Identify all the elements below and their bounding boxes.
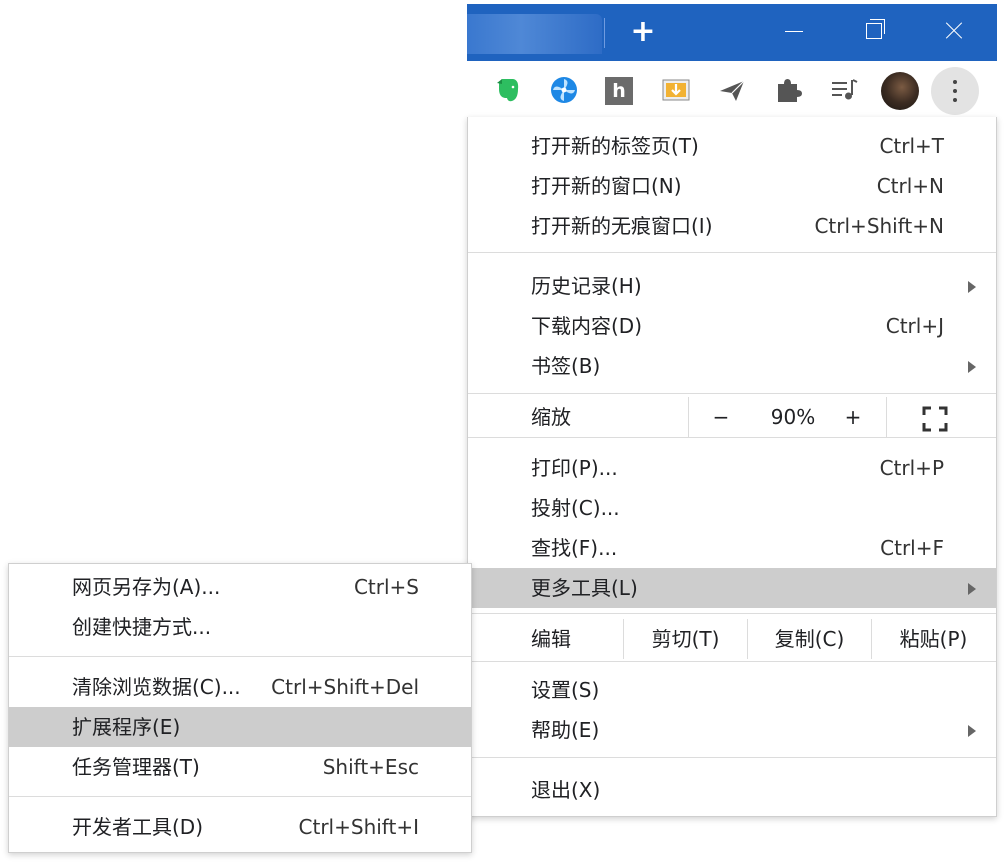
submenu-item-dev-tools[interactable]: 开发者工具(D) Ctrl+Shift+I [9,807,471,847]
menu-item-label: 下载内容(D) [531,314,643,338]
menu-icon[interactable] [931,67,979,115]
menu-item-label: 开发者工具(D) [72,815,204,839]
submenu-arrow-icon [968,361,976,373]
zoom-out-button[interactable]: − [704,397,738,437]
menu-item-label: 清除浏览数据(C)... [72,675,241,699]
menu-item-settings[interactable]: 设置(S) [468,670,996,710]
menu-item-label: 历史记录(H) [531,274,642,298]
edit-label: 编辑 [531,627,571,651]
zoom-divider [688,397,689,437]
restore-button[interactable] [853,14,893,48]
menu-separator [468,437,996,438]
menu-item-label: 网页另存为(A)... [72,575,221,599]
zoom-level: 90% [770,405,816,429]
h-extension-icon[interactable]: h [605,77,633,105]
zoom-divider [886,397,887,437]
media-control-icon[interactable] [829,75,859,105]
menu-separator [468,661,996,662]
extensions-toolbar: h [467,61,997,117]
edit-divider [747,619,748,659]
menu-item-new-tab[interactable]: 打开新的标签页(T) Ctrl+T [468,126,996,166]
menu-item-shortcut: Shift+Esc [322,755,419,779]
menu-item-cast[interactable]: 投射(C)... [468,488,996,528]
menu-separator [468,252,996,253]
fan-icon[interactable] [549,75,579,105]
menu-item-shortcut: Ctrl+F [880,536,944,560]
send-icon[interactable] [717,75,747,105]
profile-avatar[interactable] [881,72,919,110]
new-tab-button[interactable]: + [627,16,659,48]
browser-tab[interactable] [467,14,602,54]
menu-item-shortcut: Ctrl+Shift+N [814,214,944,238]
more-tools-submenu: 网页另存为(A)... Ctrl+S 创建快捷方式... 清除浏览数据(C)..… [8,563,472,853]
menu-item-shortcut: Ctrl+Shift+Del [271,675,419,699]
menu-item-label: 设置(S) [531,678,600,702]
tab-divider [604,18,605,48]
submenu-item-extensions[interactable]: 扩展程序(E) [9,707,471,747]
menu-item-label: 查找(F)... [531,536,618,560]
menu-item-shortcut: Ctrl+P [879,456,944,480]
menu-item-bookmarks[interactable]: 书签(B) [468,346,996,386]
menu-item-label: 更多工具(L) [531,576,638,600]
menu-item-shortcut: Ctrl+Shift+I [298,815,419,839]
submenu-arrow-icon [968,583,976,595]
menu-item-label: 打开新的标签页(T) [531,134,699,158]
menu-item-label: 书签(B) [531,354,601,378]
menu-item-label: 任务管理器(T) [72,755,200,779]
submenu-item-task-manager[interactable]: 任务管理器(T) Shift+Esc [9,747,471,787]
menu-item-label: 打印(P)... [531,456,618,480]
menu-item-label: 扩展程序(E) [72,715,181,739]
menu-separator [468,393,996,394]
menu-item-label: 退出(X) [531,778,601,802]
menu-item-downloads[interactable]: 下载内容(D) Ctrl+J [468,306,996,346]
menu-separator [468,613,996,614]
title-bar: + [467,4,997,61]
submenu-item-clear-data[interactable]: 清除浏览数据(C)... Ctrl+Shift+Del [9,667,471,707]
close-window-button[interactable] [933,14,973,48]
menu-item-label: 打开新的无痕窗口(I) [531,214,713,238]
menu-item-shortcut: Ctrl+T [879,134,944,158]
edit-divider [871,619,872,659]
image-download-icon[interactable] [661,75,691,105]
zoom-label: 缩放 [531,405,571,429]
menu-item-history[interactable]: 历史记录(H) [468,266,996,306]
menu-item-shortcut: Ctrl+N [876,174,944,198]
menu-item-more-tools[interactable]: 更多工具(L) [468,568,996,608]
menu-item-new-window[interactable]: 打开新的窗口(N) Ctrl+N [468,166,996,206]
menu-item-print[interactable]: 打印(P)... Ctrl+P [468,448,996,488]
cut-button[interactable]: 剪切(T) [628,619,743,659]
edit-row: 编辑 剪切(T) 复制(C) 粘贴(P) [468,619,996,659]
menu-item-shortcut: Ctrl+S [353,575,419,599]
menu-item-shortcut: Ctrl+J [885,314,944,338]
copy-button[interactable]: 复制(C) [752,619,867,659]
menu-item-help[interactable]: 帮助(E) [468,710,996,750]
menu-item-label: 创建快捷方式... [72,615,212,639]
zoom-in-button[interactable]: + [836,397,870,437]
menu-item-new-incognito[interactable]: 打开新的无痕窗口(I) Ctrl+Shift+N [468,206,996,246]
puzzle-icon[interactable] [773,75,803,105]
chrome-main-menu: 打开新的标签页(T) Ctrl+T 打开新的窗口(N) Ctrl+N 打开新的无… [467,117,997,817]
menu-item-exit[interactable]: 退出(X) [468,770,996,810]
menu-separator [9,656,471,657]
submenu-arrow-icon [968,281,976,293]
menu-item-label: 投射(C)... [531,496,620,520]
submenu-item-create-shortcut[interactable]: 创建快捷方式... [9,607,471,647]
menu-item-find[interactable]: 查找(F)... Ctrl+F [468,528,996,568]
paste-button[interactable]: 粘贴(P) [876,619,991,659]
minimize-button[interactable] [773,14,813,48]
edit-divider [623,619,624,659]
fullscreen-icon[interactable] [922,405,948,432]
submenu-arrow-icon [968,725,976,737]
zoom-row: 缩放 − 90% + [468,397,996,437]
menu-separator [468,757,996,758]
evernote-icon[interactable] [493,75,523,105]
menu-separator [9,796,471,797]
menu-item-label: 帮助(E) [531,718,600,742]
submenu-item-save-page[interactable]: 网页另存为(A)... Ctrl+S [9,567,471,607]
menu-item-label: 打开新的窗口(N) [531,174,682,198]
